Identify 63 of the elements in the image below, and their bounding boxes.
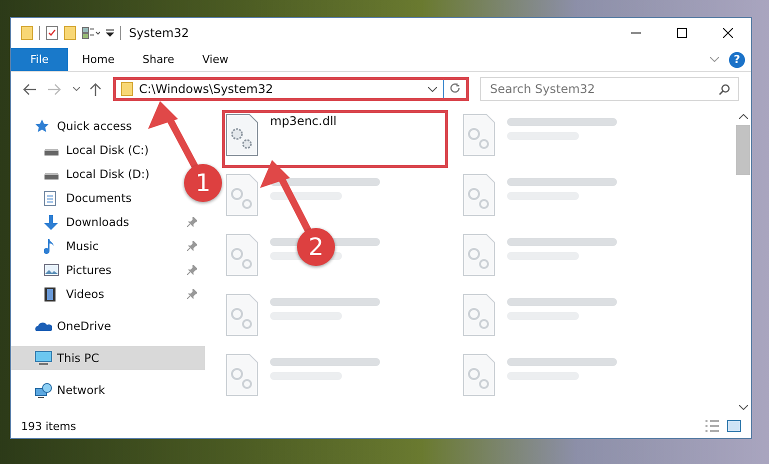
nav-item[interactable]: Documents — [11, 186, 138, 210]
back-arrow-icon[interactable] — [23, 84, 36, 94]
faded-file-icon — [226, 294, 258, 336]
star-icon — [35, 119, 49, 133]
faded-file-icon — [226, 234, 258, 276]
pin-icon[interactable] — [187, 241, 197, 251]
faded-file-icon — [463, 294, 495, 336]
pin-icon[interactable] — [187, 265, 197, 275]
computer-icon — [35, 351, 52, 365]
network-icon — [35, 382, 52, 398]
faded-file-icon — [463, 354, 495, 396]
minimize-icon — [631, 32, 641, 34]
faded-file-icon — [463, 114, 495, 156]
refresh-icon[interactable] — [450, 83, 461, 95]
nav-item[interactable]: Downloads — [11, 210, 136, 234]
maximize-icon — [677, 28, 687, 38]
nav-item[interactable]: Quick access — [11, 114, 138, 138]
nav-item[interactable]: Pictures — [11, 258, 118, 282]
music-note-icon — [44, 238, 54, 254]
folder-icon — [121, 82, 133, 96]
ribbon-tab[interactable]: View — [188, 48, 242, 71]
search-field[interactable]: Search System32 — [480, 77, 739, 101]
nav-item[interactable]: This PC — [11, 346, 205, 370]
address-bar[interactable]: C:\Windows\System32 — [113, 77, 469, 101]
ribbon-tab[interactable]: Home — [68, 48, 128, 71]
checklist-icon[interactable] — [46, 26, 58, 40]
faded-file-icon — [463, 234, 495, 276]
nav-item[interactable]: Videos — [11, 282, 110, 306]
up-arrow-icon[interactable] — [90, 82, 101, 96]
download-arrow-icon — [44, 214, 58, 230]
ribbon-tab[interactable]: Share — [128, 48, 188, 71]
close-icon — [723, 28, 733, 38]
recent-caret-icon[interactable] — [73, 87, 80, 91]
pin-icon[interactable] — [187, 217, 197, 227]
picture-icon — [44, 264, 59, 276]
help-button[interactable]: ? — [729, 52, 745, 68]
file-menu-tab[interactable]: File — [11, 48, 68, 71]
file-name: mp3enc.dll — [270, 114, 337, 128]
scroll-thumb[interactable] — [736, 125, 750, 175]
nav-item[interactable]: Music — [11, 234, 105, 258]
window-title: System32 — [129, 26, 190, 40]
faded-file-icon — [463, 174, 495, 216]
pin-icon[interactable] — [187, 289, 197, 299]
faded-file-icon — [226, 354, 258, 396]
dll-file-icon — [226, 114, 258, 156]
document-icon — [44, 190, 56, 206]
dropdown-icon[interactable] — [106, 29, 114, 37]
nav-item[interactable]: Local Disk (C:) — [11, 138, 155, 162]
expand-ribbon-icon[interactable] — [710, 57, 719, 62]
nav-item[interactable]: Local Disk (D:) — [11, 162, 156, 186]
details-view-icon[interactable] — [705, 420, 719, 432]
cloud-icon — [35, 321, 52, 331]
scroll-down-icon[interactable] — [738, 405, 748, 410]
item-count: 193 items — [21, 420, 76, 432]
properties-icon[interactable] — [82, 27, 100, 39]
nav-item[interactable]: Network — [11, 378, 112, 402]
dropdown-caret-icon[interactable] — [428, 86, 437, 92]
file-item[interactable]: mp3enc.dll — [222, 110, 448, 168]
nav-item[interactable]: OneDrive — [11, 314, 118, 338]
scroll-up-icon[interactable] — [738, 114, 748, 119]
large-icons-view-icon[interactable] — [727, 420, 741, 432]
film-icon — [44, 286, 56, 302]
faded-file-icon — [226, 174, 258, 216]
